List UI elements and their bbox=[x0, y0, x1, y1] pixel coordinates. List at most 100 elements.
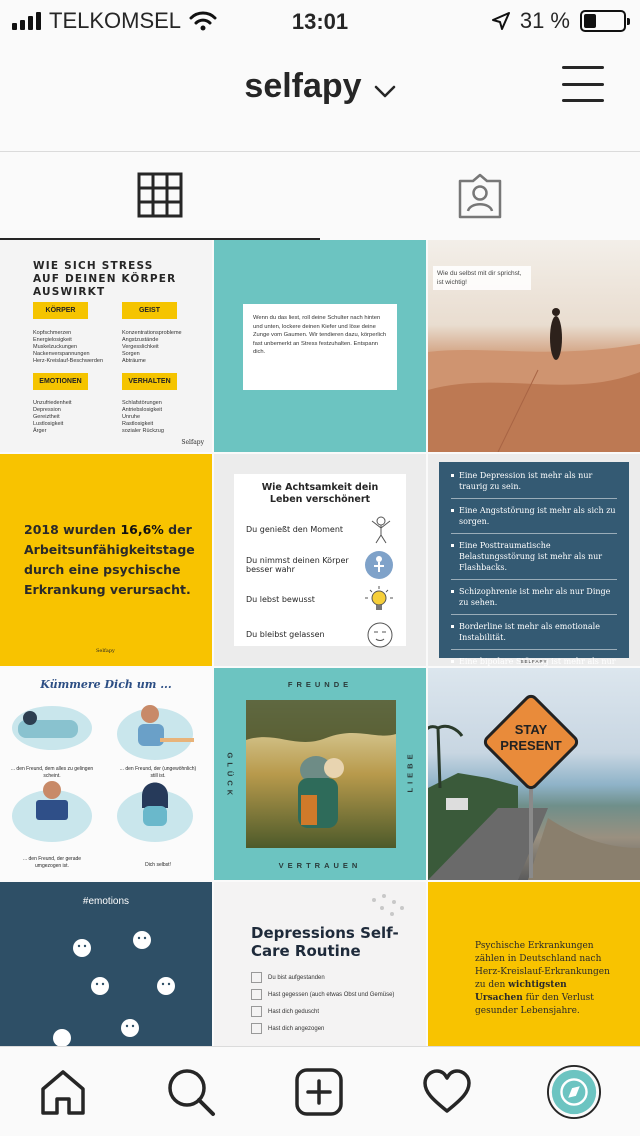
post-care-for-friends[interactable]: Kümmere Dich um ... ... den Freund, dem … bbox=[0, 668, 212, 880]
note-card: Wenn du das liest, roll deine Schulter n… bbox=[243, 304, 397, 390]
checklist-label: Du bist aufgestanden bbox=[268, 974, 325, 981]
checklist-label: Hast dich geduscht bbox=[268, 1008, 320, 1015]
username: selfapy bbox=[244, 67, 362, 105]
stat-text-part: 2018 wurden bbox=[24, 522, 121, 537]
checklist: Du bist aufgestanden Hast gegessen (auch… bbox=[251, 972, 421, 1040]
status-bar: TELKOMSEL 13:01 31 % bbox=[0, 0, 640, 42]
friends-hug-photo bbox=[246, 700, 396, 848]
brand-logo: Selfapy bbox=[96, 648, 115, 654]
illustration-caption: Dich selbst! bbox=[145, 862, 171, 868]
activity-heart-icon[interactable] bbox=[420, 1065, 474, 1119]
list-item: Du nimmst deinen Körper besser wahr bbox=[246, 547, 394, 582]
category-box: GEIST bbox=[122, 302, 177, 319]
brand-logo: Selfapy bbox=[181, 439, 204, 446]
post-illness-fact[interactable]: Psychische Erkrankungen zählen in Deutsc… bbox=[428, 882, 640, 1046]
checklist-label: Hast dich angezogen bbox=[268, 1025, 325, 1032]
illustration-caption: ... den Freund, der gerade umgezogen ist… bbox=[22, 856, 82, 869]
frame-top-word: FREUNDE bbox=[287, 680, 353, 689]
fact-text: Psychische Erkrankungen zählen in Deutsc… bbox=[475, 940, 615, 1018]
post-self-care-routine[interactable]: Depressions Self-Care Routine Du bist au… bbox=[214, 882, 426, 1046]
emoji-faces bbox=[53, 931, 175, 1046]
post-statistic[interactable]: 2018 wurden 16,6% der Arbeitsunfähigkeit… bbox=[0, 454, 212, 666]
posts-grid: WIE SICH STRESS AUF DEINEN KÖRPER AUSWIR… bbox=[0, 240, 640, 1046]
post-friendship-photo[interactable]: FREUNDE VERTRAUEN GLÜCK LIEBE bbox=[214, 668, 426, 880]
battery-fill bbox=[584, 14, 596, 28]
sign-text: STAY PRESENT bbox=[491, 722, 571, 754]
frame-left-word: GLÜCK bbox=[225, 752, 235, 800]
sign-line: STAY bbox=[514, 722, 548, 737]
location-arrow-icon bbox=[491, 12, 510, 30]
stat-highlight: 16,6% bbox=[120, 522, 164, 537]
list-item: Schizophrenie ist mehr als nur Dinge zu … bbox=[451, 580, 617, 615]
checklist-item: Hast dich geduscht bbox=[251, 1006, 421, 1017]
item-label: Du genießt den Moment bbox=[246, 525, 344, 534]
post-relax-note[interactable]: Wenn du das liest, roll deine Schulter n… bbox=[214, 240, 426, 452]
profile-tabs bbox=[0, 152, 640, 240]
tab-tagged[interactable] bbox=[320, 152, 640, 240]
checklist-item: Du bist aufgestanden bbox=[251, 972, 421, 983]
battery-percent: 31 % bbox=[519, 8, 570, 33]
post-title: WIE SICH STRESS AUF DEINEN KÖRPER AUSWIR… bbox=[33, 260, 177, 298]
chevron-down-icon bbox=[374, 69, 396, 108]
tab-grid[interactable] bbox=[0, 152, 320, 240]
battery-icon bbox=[580, 10, 630, 32]
body-awareness-icon bbox=[365, 550, 393, 579]
post-emotions[interactable]: #emotions bbox=[0, 882, 212, 1046]
add-post-icon[interactable] bbox=[292, 1065, 346, 1119]
post-mindfulness[interactable]: Wie Achtsamkeit dein Leben verschönert D… bbox=[214, 454, 426, 666]
frame-right-word: LIEBE bbox=[405, 750, 415, 793]
category-box: EMOTIONEN bbox=[33, 373, 88, 390]
bottom-nav bbox=[0, 1046, 640, 1136]
item-label: Du nimmst deinen Körper besser wahr bbox=[246, 555, 349, 574]
statistic-text: 2018 wurden 16,6% der Arbeitsunfähigkeit… bbox=[24, 520, 199, 600]
category-list: Kopfschmerzen Energielosigkeit Muskelzuc… bbox=[33, 330, 103, 364]
facts-card: Eine Depression ist mehr als nur traurig… bbox=[439, 462, 629, 666]
photo-caption: Wie du selbst mit dir sprichst, ist wich… bbox=[433, 266, 531, 290]
illustration-caption: ... den Freund, der (ungewöhnlich) still… bbox=[119, 766, 197, 779]
road-sign-scene bbox=[428, 694, 640, 880]
person-joy-icon bbox=[371, 516, 391, 543]
category-list: Unzufriedenheit Depression Gereiztheit L… bbox=[33, 400, 72, 434]
list-item: Du genießt den Moment bbox=[246, 512, 394, 547]
brand-logo: SELFAPY bbox=[520, 659, 548, 664]
search-icon[interactable] bbox=[164, 1065, 218, 1119]
list-item: Du lebst bewusst bbox=[246, 582, 394, 617]
tagged-person-icon bbox=[458, 173, 502, 219]
home-icon[interactable] bbox=[36, 1065, 90, 1119]
list-item: Du bleibst gelassen bbox=[246, 617, 394, 652]
profile-header: selfapy bbox=[0, 42, 640, 152]
calm-face-icon bbox=[367, 622, 393, 647]
post-stay-present-photo[interactable]: STAY PRESENT bbox=[428, 668, 640, 880]
post-mental-health-facts[interactable]: Eine Depression ist mehr als nur traurig… bbox=[428, 454, 640, 666]
checkbox-icon bbox=[251, 972, 262, 983]
facts-list: Eine Depression ist mehr als nur traurig… bbox=[451, 464, 617, 666]
post-stress-body[interactable]: WIE SICH STRESS AUF DEINEN KÖRPER AUSWIR… bbox=[0, 240, 212, 452]
list-item: Eine Depression ist mehr als nur traurig… bbox=[451, 464, 617, 499]
post-desert-photo[interactable]: Wie du selbst mit dir sprichst, ist wich… bbox=[428, 240, 640, 452]
list-item: Borderline ist mehr als emotionale Insta… bbox=[451, 615, 617, 650]
profile-avatar[interactable] bbox=[547, 1065, 601, 1119]
checkbox-icon bbox=[251, 1006, 262, 1017]
grid-icon bbox=[137, 172, 183, 218]
frame-bottom-word: VERTRAUEN bbox=[278, 861, 362, 870]
checklist-label: Hast gegessen (auch etwas Obst und Gemüs… bbox=[268, 991, 395, 998]
sign-line: PRESENT bbox=[500, 738, 562, 753]
illustration-caption: ... den Freund, dem alles zu gelingen sc… bbox=[10, 766, 94, 779]
account-switcher[interactable]: selfapy bbox=[0, 67, 640, 108]
checklist-item: Hast dich angezogen bbox=[251, 1023, 421, 1034]
checklist-item: Hast gegessen (auch etwas Obst und Gemüs… bbox=[251, 989, 421, 1000]
item-label: Du lebst bewusst bbox=[246, 595, 315, 604]
list-item: Eine Angststörung ist mehr als sich zu s… bbox=[451, 499, 617, 534]
post-title: Wie Achtsamkeit dein Leben verschönert bbox=[261, 482, 379, 505]
category-list: Konzentrationsprobleme Angstzustände Ver… bbox=[122, 330, 182, 364]
category-list: Schlafstörungen Antriebslosigkeit Unruhe… bbox=[122, 400, 164, 434]
list-item: Eine Posttraumatische Belastungsstörung … bbox=[451, 534, 617, 580]
checkbox-icon bbox=[251, 1023, 262, 1034]
item-label: Du bleibst gelassen bbox=[246, 630, 325, 639]
category-box: KÖRPER bbox=[33, 302, 88, 319]
checkbox-icon bbox=[251, 989, 262, 1000]
menu-icon[interactable] bbox=[562, 66, 604, 102]
category-box: VERHALTEN bbox=[122, 373, 177, 390]
lightbulb-icon bbox=[365, 585, 393, 610]
decor-dots bbox=[372, 894, 404, 916]
